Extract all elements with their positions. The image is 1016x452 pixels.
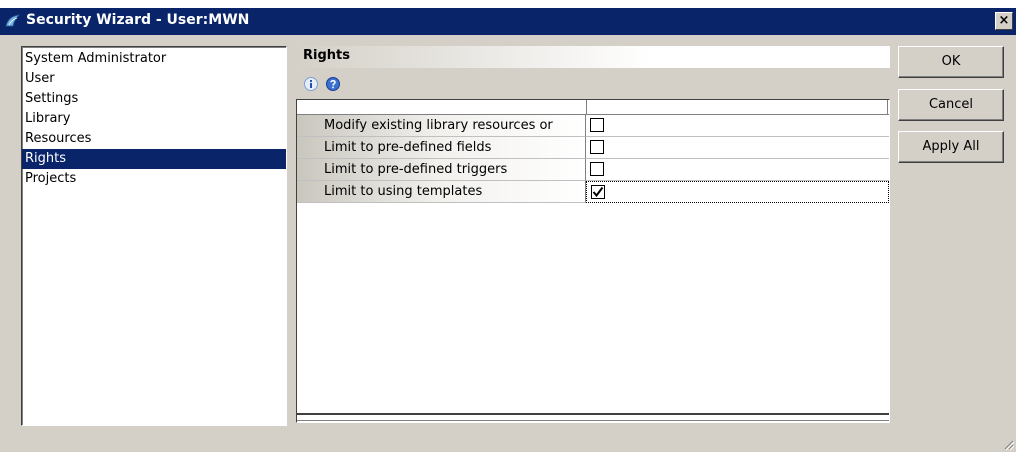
- nav-item-user[interactable]: User: [22, 69, 286, 89]
- grid-horizontal-scrollbar[interactable]: [297, 413, 889, 421]
- title-bar[interactable]: Security Wizard - User:MWN ×: [0, 8, 1016, 35]
- ok-button[interactable]: OK: [898, 46, 1004, 78]
- grid-row-label-cell[interactable]: Modify existing library resources or: [297, 115, 586, 137]
- grid-header-name-column[interactable]: [297, 100, 587, 114]
- close-button[interactable]: ×: [995, 12, 1013, 30]
- section-list[interactable]: System Administrator User Settings Library R…: [21, 46, 287, 426]
- grid-row-label-cell[interactable]: Limit to pre-defined triggers: [297, 159, 586, 181]
- cancel-button[interactable]: Cancel: [898, 89, 1004, 121]
- nav-item-resources[interactable]: Resources: [22, 129, 286, 149]
- grid-header-value-column[interactable]: [587, 100, 888, 114]
- grid-row-value-cell[interactable]: [586, 181, 889, 203]
- nav-item-library[interactable]: Library: [22, 109, 286, 129]
- checkbox[interactable]: [590, 162, 604, 176]
- grid-row-label: Limit to using templates: [324, 184, 483, 199]
- grid-row[interactable]: Limit to pre-defined triggers: [297, 159, 889, 181]
- grid-row-label: Limit to pre-defined triggers: [324, 162, 508, 177]
- app-icon: [5, 14, 21, 27]
- panel-title: Rights: [303, 48, 350, 63]
- panel-header: Rights: [296, 46, 890, 68]
- grid-row-value-cell[interactable]: [586, 115, 889, 137]
- grid-row-label: Limit to pre-defined fields: [324, 140, 492, 155]
- nav-item-rights[interactable]: Rights: [22, 149, 286, 169]
- grid-header: [297, 100, 889, 115]
- info-icon[interactable]: [303, 76, 319, 92]
- nav-item-projects[interactable]: Projects: [22, 169, 286, 189]
- checkbox[interactable]: [590, 118, 604, 132]
- nav-item-system-administrator[interactable]: System Administrator: [22, 49, 286, 69]
- grid-row[interactable]: Modify existing library resources or: [297, 115, 889, 137]
- window-title: Security Wizard - User:MWN: [26, 12, 250, 28]
- grid-row-label-cell[interactable]: Limit to using templates: [297, 181, 586, 203]
- security-wizard-window: Security Wizard - User:MWN × System Admi…: [0, 0, 1016, 452]
- grid-row-label-cell[interactable]: Limit to pre-defined fields: [297, 137, 586, 159]
- checkbox[interactable]: [590, 140, 604, 154]
- grid-row[interactable]: Limit to pre-defined fields: [297, 137, 889, 159]
- help-icon[interactable]: [325, 76, 341, 92]
- grid-row-label: Modify existing library resources or: [324, 118, 553, 133]
- grid-row-value-cell[interactable]: [586, 137, 889, 159]
- top-strip: [0, 0, 1016, 8]
- checkmark-icon: [592, 186, 604, 198]
- grid-row[interactable]: Limit to using templates: [297, 181, 889, 203]
- nav-item-settings[interactable]: Settings: [22, 89, 286, 109]
- rights-grid: Modify existing library resources or Limi…: [296, 99, 890, 423]
- checked-checkbox[interactable]: [591, 185, 605, 199]
- grid-row-value-cell[interactable]: [586, 159, 889, 181]
- apply-all-button[interactable]: Apply All: [898, 131, 1004, 163]
- resize-grip-icon[interactable]: [1002, 438, 1014, 450]
